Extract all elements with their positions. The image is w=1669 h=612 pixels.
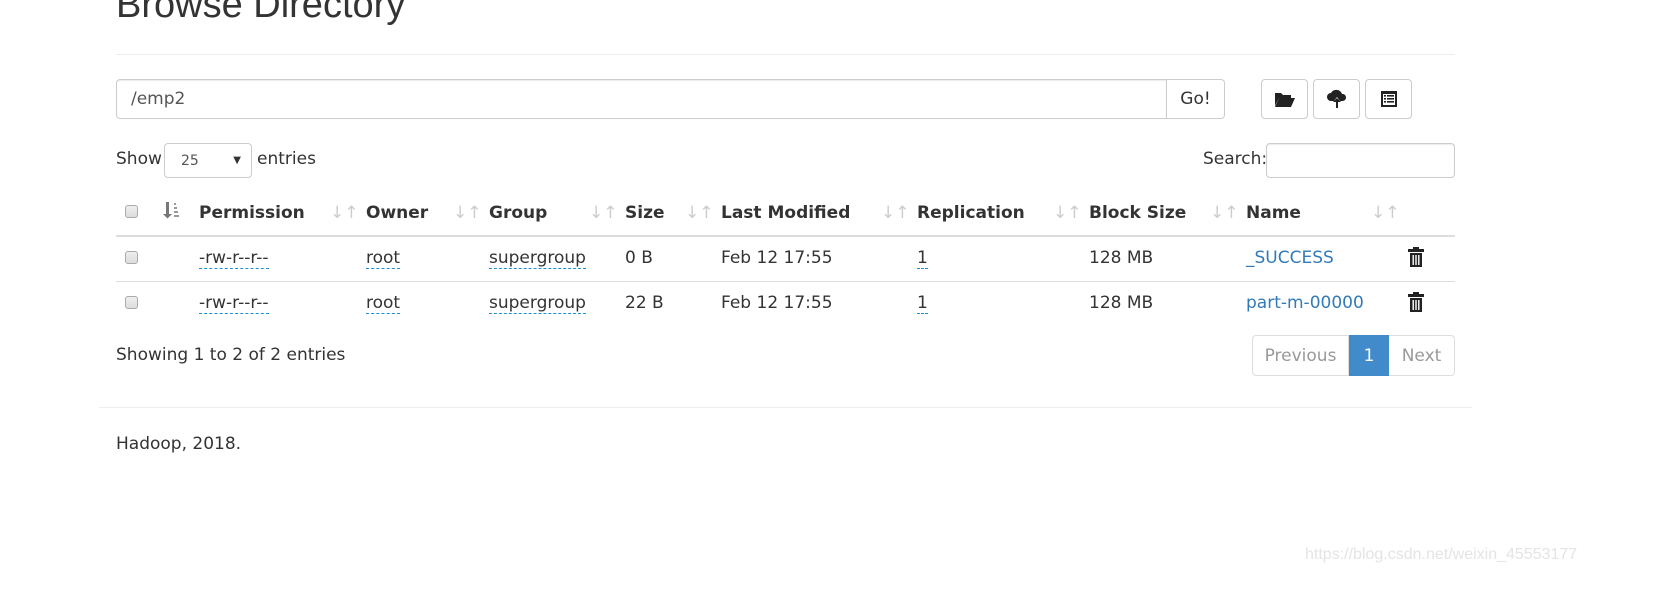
group-cell[interactable]: supergroup	[489, 248, 586, 269]
next-page-button[interactable]: Next	[1389, 335, 1455, 376]
select-all-checkbox[interactable]	[125, 205, 138, 218]
sort-icon[interactable]: ↓↑	[1210, 201, 1239, 225]
group-cell[interactable]: supergroup	[489, 293, 586, 314]
table-info: Showing 1 to 2 of 2 entries	[116, 345, 346, 365]
sort-icon[interactable]: ↓↑	[1371, 201, 1400, 225]
file-name-link[interactable]: part-m-00000	[1246, 291, 1364, 315]
trash-icon[interactable]	[1408, 247, 1424, 271]
owner-cell[interactable]: root	[366, 248, 401, 269]
path-bar: Go!	[116, 79, 1225, 119]
permission-cell[interactable]: -rw-r--r--	[199, 248, 269, 269]
column-header-size[interactable]: Size	[625, 201, 665, 225]
column-header-last-modified[interactable]: Last Modified	[721, 201, 850, 225]
block-size-cell: 128 MB	[1089, 248, 1154, 268]
file-name-link[interactable]: _SUCCESS	[1246, 246, 1334, 270]
page-title: Browse Directory	[116, 0, 406, 26]
list-alt-icon	[1380, 91, 1397, 107]
footer-divider	[99, 407, 1472, 408]
row-checkbox[interactable]	[125, 251, 138, 264]
column-header-replication[interactable]: Replication	[917, 201, 1025, 225]
upload-button[interactable]	[1313, 79, 1360, 119]
last-modified-cell: Feb 12 17:55	[721, 248, 833, 268]
column-header-group[interactable]: Group	[489, 201, 547, 225]
sort-icon[interactable]: ↓↑	[453, 201, 482, 225]
sort-icon[interactable]: ↓↑	[1053, 201, 1082, 225]
sort-icon[interactable]: ↓↑	[330, 201, 359, 225]
column-header-permission[interactable]: Permission	[199, 201, 305, 225]
cut-paste-button[interactable]	[1365, 79, 1412, 119]
search-label: Search:	[1203, 149, 1268, 169]
show-label: Show	[116, 149, 162, 169]
entries-length-value: 25	[181, 152, 199, 169]
table-header-divider	[116, 235, 1455, 237]
column-header-owner[interactable]: Owner	[366, 201, 428, 225]
watermark: https://blog.csdn.net/weixin_45553177	[1305, 546, 1578, 563]
folder-open-icon	[1274, 93, 1295, 107]
owner-cell[interactable]: root	[366, 293, 401, 314]
last-modified-cell: Feb 12 17:55	[721, 293, 833, 313]
trash-icon[interactable]	[1408, 292, 1424, 316]
caret-down-icon: ▼	[233, 155, 241, 166]
page-1-button[interactable]: 1	[1349, 335, 1389, 376]
previous-page-button[interactable]: Previous	[1252, 335, 1349, 376]
sort-icon[interactable]: ↓↑	[685, 201, 714, 225]
replication-cell[interactable]: 1	[917, 248, 928, 269]
cloud-upload-icon	[1326, 89, 1346, 108]
sort-icon[interactable]: ↓↑	[881, 201, 910, 225]
permission-cell[interactable]: -rw-r--r--	[199, 293, 269, 314]
entries-length-select[interactable]: 25 ▼	[164, 143, 252, 178]
column-header-block-size[interactable]: Block Size	[1089, 201, 1186, 225]
block-size-cell: 128 MB	[1089, 293, 1154, 313]
path-input[interactable]	[116, 79, 1167, 119]
size-cell: 0 B	[625, 248, 653, 268]
row-checkbox[interactable]	[125, 296, 138, 309]
pagination: Previous 1 Next	[1252, 335, 1455, 376]
size-cell: 22 B	[625, 293, 664, 313]
sort-amount-down-icon[interactable]	[162, 201, 180, 226]
column-header-name[interactable]: Name	[1246, 201, 1301, 225]
footer-text: Hadoop, 2018.	[116, 434, 242, 454]
entries-label: entries	[257, 149, 316, 169]
create-directory-button[interactable]	[1261, 79, 1308, 119]
search-input[interactable]	[1266, 143, 1455, 178]
go-button[interactable]: Go!	[1167, 79, 1225, 119]
header-divider	[116, 54, 1455, 55]
sort-icon[interactable]: ↓↑	[589, 201, 618, 225]
replication-cell[interactable]: 1	[917, 293, 928, 314]
row-divider	[116, 281, 1455, 282]
